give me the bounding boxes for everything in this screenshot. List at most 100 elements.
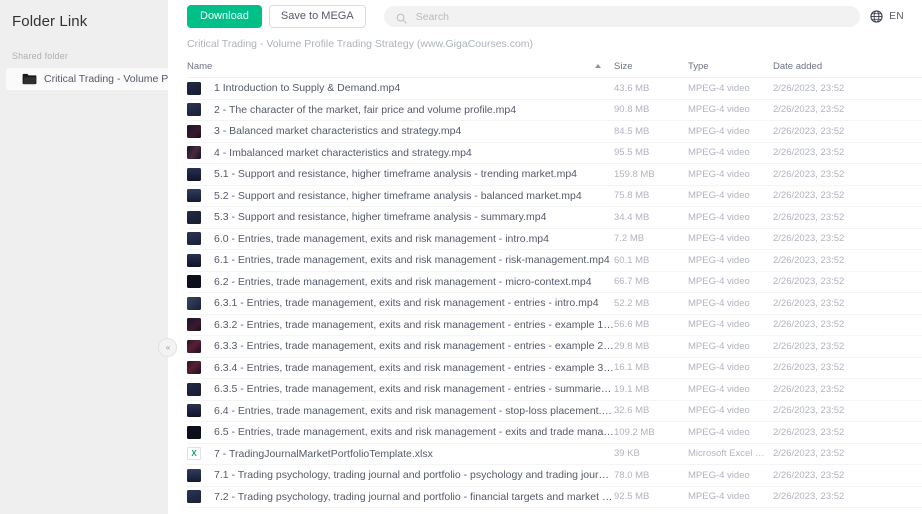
table-row[interactable]: X 7 - TradingJournalMarketPortfolioTempla… bbox=[187, 444, 922, 466]
file-name-cell: 5.3 - Support and resistance, higher tim… bbox=[187, 211, 614, 224]
file-type: MPEG-4 video bbox=[688, 104, 773, 115]
file-name-cell: 6.3.2 - Entries, trade management, exits… bbox=[187, 318, 614, 331]
table-row[interactable]: 6.2 - Entries, trade management, exits a… bbox=[187, 272, 922, 294]
file-size: 92.5 MB bbox=[614, 491, 688, 502]
toolbar: Download Save to MEGA bbox=[168, 0, 922, 33]
table-row[interactable]: 6.3.5 - Entries, trade management, exits… bbox=[187, 379, 922, 401]
search-icon bbox=[396, 11, 407, 22]
column-header-name[interactable]: Name bbox=[187, 61, 614, 72]
sidebar-item-label: Critical Trading - Volume Profile Tradin… bbox=[44, 73, 168, 85]
table-row[interactable]: 1 Introduction to Supply & Demand.mp443.… bbox=[187, 78, 922, 100]
table-row[interactable]: 3 - Balanced market characteristics and … bbox=[187, 121, 922, 143]
excel-icon: X bbox=[187, 447, 201, 460]
file-name: 6.4 - Entries, trade management, exits a… bbox=[214, 405, 614, 417]
file-size: 7.2 MB bbox=[614, 233, 688, 244]
file-date-added: 2/26/2023, 23:52 bbox=[773, 362, 908, 373]
search-input[interactable] bbox=[416, 11, 849, 23]
video-thumbnail bbox=[187, 146, 201, 159]
file-name: 1 Introduction to Supply & Demand.mp4 bbox=[214, 82, 400, 94]
table-row[interactable]: 5.1 - Support and resistance, higher tim… bbox=[187, 164, 922, 186]
table-row[interactable]: 6.3.1 - Entries, trade management, exits… bbox=[187, 293, 922, 315]
file-size: 60.1 MB bbox=[614, 255, 688, 266]
file-size: 109.2 MB bbox=[614, 427, 688, 438]
table-row[interactable]: 5.2 - Support and resistance, higher tim… bbox=[187, 186, 922, 208]
file-date-added: 2/26/2023, 23:52 bbox=[773, 319, 908, 330]
video-thumbnail bbox=[187, 361, 201, 374]
video-thumbnail bbox=[187, 318, 201, 331]
table-row[interactable]: 6.1 - Entries, trade management, exits a… bbox=[187, 250, 922, 272]
table-row[interactable]: 7.2 - Trading psychology, trading journa… bbox=[187, 487, 922, 509]
file-date-added: 2/26/2023, 23:52 bbox=[773, 104, 908, 115]
column-header-type[interactable]: Type bbox=[688, 61, 773, 72]
file-date-added: 2/26/2023, 23:52 bbox=[773, 212, 908, 223]
table-row[interactable]: 6.4 - Entries, trade management, exits a… bbox=[187, 401, 922, 423]
file-size: 56.6 MB bbox=[614, 319, 688, 330]
file-date-added: 2/26/2023, 23:52 bbox=[773, 126, 908, 137]
sidebar-item-shared-folder[interactable]: Critical Trading - Volume Profile Tradin… bbox=[6, 68, 168, 90]
video-thumbnail bbox=[187, 469, 201, 482]
file-date-added: 2/26/2023, 23:52 bbox=[773, 470, 908, 481]
sidebar-collapse-button[interactable]: « bbox=[158, 338, 177, 357]
file-name: 6.0 - Entries, trade management, exits a… bbox=[214, 233, 549, 245]
file-size: 52.2 MB bbox=[614, 298, 688, 309]
file-type: MPEG-4 video bbox=[688, 255, 773, 266]
file-date-added: 2/26/2023, 23:52 bbox=[773, 169, 908, 180]
language-selector[interactable]: EN bbox=[870, 10, 914, 23]
file-type: MPEG-4 video bbox=[688, 169, 773, 180]
file-type: MPEG-4 video bbox=[688, 341, 773, 352]
column-header-size[interactable]: Size bbox=[614, 61, 688, 72]
file-type: MPEG-4 video bbox=[688, 233, 773, 244]
table-row[interactable]: 7.1 - Trading psychology, trading journa… bbox=[187, 465, 922, 487]
file-date-added: 2/26/2023, 23:52 bbox=[773, 384, 908, 395]
file-name-cell: 6.3.3 - Entries, trade management, exits… bbox=[187, 340, 614, 353]
table-row[interactable]: 6.5 - Entries, trade management, exits a… bbox=[187, 422, 922, 444]
file-type: MPEG-4 video bbox=[688, 276, 773, 287]
file-name: 3 - Balanced market characteristics and … bbox=[214, 125, 461, 137]
video-thumbnail bbox=[187, 189, 201, 202]
file-name: 7 - TradingJournalMarketPortfolioTemplat… bbox=[214, 448, 433, 460]
file-name-cell: 6.4 - Entries, trade management, exits a… bbox=[187, 404, 614, 417]
file-size: 29.8 MB bbox=[614, 341, 688, 352]
file-type: MPEG-4 video bbox=[688, 190, 773, 201]
table-row[interactable]: 5.3 - Support and resistance, higher tim… bbox=[187, 207, 922, 229]
file-size: 78.0 MB bbox=[614, 470, 688, 481]
file-date-added: 2/26/2023, 23:52 bbox=[773, 448, 908, 459]
file-type: MPEG-4 video bbox=[688, 384, 773, 395]
table-row[interactable]: 6.3.2 - Entries, trade management, exits… bbox=[187, 315, 922, 337]
file-name-cell: 6.2 - Entries, trade management, exits a… bbox=[187, 275, 614, 288]
file-type: MPEG-4 video bbox=[688, 126, 773, 137]
file-date-added: 2/26/2023, 23:52 bbox=[773, 147, 908, 158]
table-row[interactable]: 6.3.4 - Entries, trade management, exits… bbox=[187, 358, 922, 380]
table-row[interactable]: 2 - The character of the market, fair pr… bbox=[187, 100, 922, 122]
file-type: MPEG-4 video bbox=[688, 491, 773, 502]
file-date-added: 2/26/2023, 23:52 bbox=[773, 341, 908, 352]
file-name: 6.1 - Entries, trade management, exits a… bbox=[214, 254, 610, 266]
video-thumbnail bbox=[187, 125, 201, 138]
folder-icon bbox=[22, 73, 37, 85]
file-name-cell: 6.3.5 - Entries, trade management, exits… bbox=[187, 383, 614, 396]
file-name: 6.3.2 - Entries, trade management, exits… bbox=[214, 319, 614, 331]
file-type: MPEG-4 video bbox=[688, 362, 773, 373]
download-button[interactable]: Download bbox=[187, 5, 262, 28]
table-row[interactable]: 6.3.3 - Entries, trade management, exits… bbox=[187, 336, 922, 358]
file-type: MPEG-4 video bbox=[688, 427, 773, 438]
file-name-cell: 6.0 - Entries, trade management, exits a… bbox=[187, 232, 614, 245]
file-name-cell: 7.1 - Trading psychology, trading journa… bbox=[187, 469, 614, 482]
file-size: 75.8 MB bbox=[614, 190, 688, 201]
file-size: 32.6 MB bbox=[614, 405, 688, 416]
video-thumbnail bbox=[187, 211, 201, 224]
file-name: 6.2 - Entries, trade management, exits a… bbox=[214, 276, 592, 288]
file-name: 6.3.3 - Entries, trade management, exits… bbox=[214, 340, 614, 352]
file-date-added: 2/26/2023, 23:52 bbox=[773, 427, 908, 438]
file-type: MPEG-4 video bbox=[688, 405, 773, 416]
search-bar[interactable] bbox=[384, 6, 861, 27]
table-row[interactable]: 4 - Imbalanced market characteristics an… bbox=[187, 143, 922, 165]
excel-x-glyph: X bbox=[191, 450, 196, 458]
file-type: Microsoft Excel spr... bbox=[688, 448, 773, 459]
save-to-mega-button[interactable]: Save to MEGA bbox=[269, 5, 366, 28]
table-row[interactable]: 6.0 - Entries, trade management, exits a… bbox=[187, 229, 922, 251]
file-name: 6.3.5 - Entries, trade management, exits… bbox=[214, 383, 614, 395]
file-size: 159.8 MB bbox=[614, 169, 688, 180]
file-date-added: 2/26/2023, 23:52 bbox=[773, 255, 908, 266]
column-header-date-added[interactable]: Date added bbox=[773, 61, 908, 72]
